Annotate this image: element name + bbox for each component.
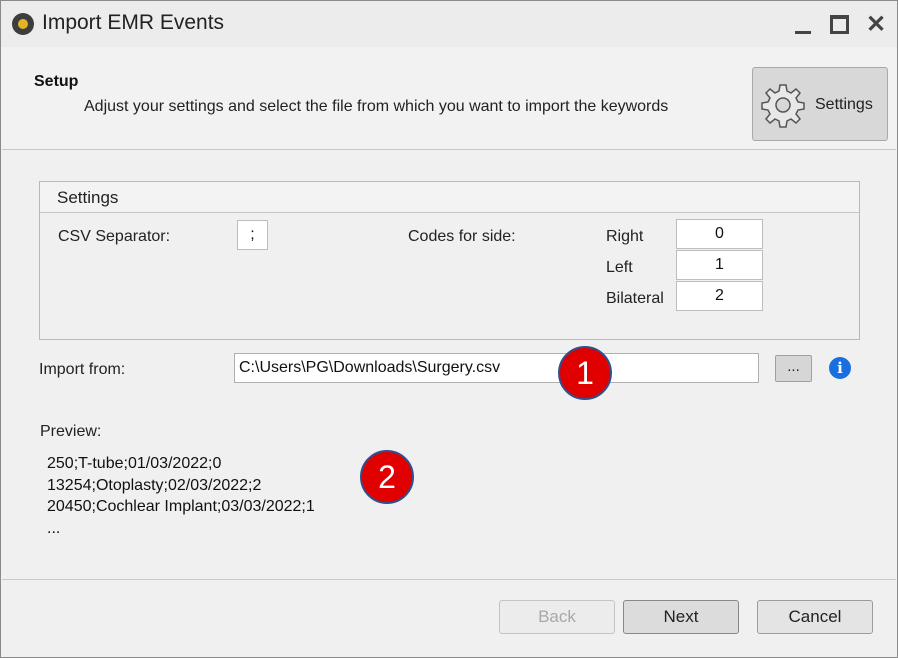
app-logo-icon bbox=[12, 13, 34, 35]
setup-title: Setup bbox=[34, 73, 79, 90]
preview-text: 250;T-tube;01/03/2022;0 13254;Otoplasty;… bbox=[47, 453, 315, 539]
cancel-button[interactable]: Cancel bbox=[757, 600, 873, 634]
back-button[interactable]: Back bbox=[499, 600, 615, 634]
settings-button[interactable]: Settings bbox=[752, 67, 888, 141]
info-icon[interactable]: i bbox=[829, 357, 851, 379]
codes-for-side-label: Codes for side: bbox=[408, 228, 516, 245]
side-bilateral-input[interactable]: 2 bbox=[676, 281, 763, 311]
preview-line: 20450;Cochlear Implant;03/03/2022;1 bbox=[47, 498, 315, 515]
import-dialog: Import EMR Events ✕ Setup Adjust your se… bbox=[0, 0, 898, 658]
settings-group-title: Settings bbox=[57, 188, 119, 207]
import-path-input[interactable] bbox=[234, 353, 759, 383]
csv-separator-label: CSV Separator: bbox=[58, 228, 171, 245]
side-bilateral-label: Bilateral bbox=[606, 290, 664, 307]
window-title: Import EMR Events bbox=[42, 11, 225, 34]
settings-group-header: Settings bbox=[40, 182, 859, 213]
settings-button-label: Settings bbox=[815, 96, 873, 113]
maximize-icon[interactable] bbox=[827, 11, 853, 37]
title-bar: Import EMR Events ✕ bbox=[1, 1, 897, 47]
import-from-label: Import from: bbox=[39, 361, 126, 378]
side-left-input[interactable]: 1 bbox=[676, 250, 763, 280]
gear-icon bbox=[761, 84, 805, 128]
csv-separator-input[interactable]: ; bbox=[237, 220, 268, 250]
side-right-label: Right bbox=[606, 228, 644, 245]
next-button[interactable]: Next bbox=[623, 600, 739, 634]
callout-badge-1: 1 bbox=[558, 346, 612, 400]
preview-line: 250;T-tube;01/03/2022;0 bbox=[47, 455, 222, 472]
footer-divider bbox=[2, 579, 896, 580]
setup-header: Setup Adjust your settings and select th… bbox=[2, 47, 896, 150]
side-left-label: Left bbox=[606, 259, 633, 276]
close-icon[interactable]: ✕ bbox=[863, 11, 889, 38]
preview-line: ... bbox=[47, 519, 61, 537]
settings-group: Settings CSV Separator: ; Codes for side… bbox=[39, 181, 860, 340]
preview-label: Preview: bbox=[40, 423, 102, 440]
side-right-input[interactable]: 0 bbox=[676, 219, 763, 249]
callout-badge-2: 2 bbox=[360, 450, 414, 504]
setup-description: Adjust your settings and select the file… bbox=[84, 98, 669, 115]
browse-button[interactable]: ... bbox=[775, 355, 812, 382]
preview-line: 13254;Otoplasty;02/03/2022;2 bbox=[47, 476, 262, 494]
minimize-icon[interactable] bbox=[791, 15, 817, 41]
